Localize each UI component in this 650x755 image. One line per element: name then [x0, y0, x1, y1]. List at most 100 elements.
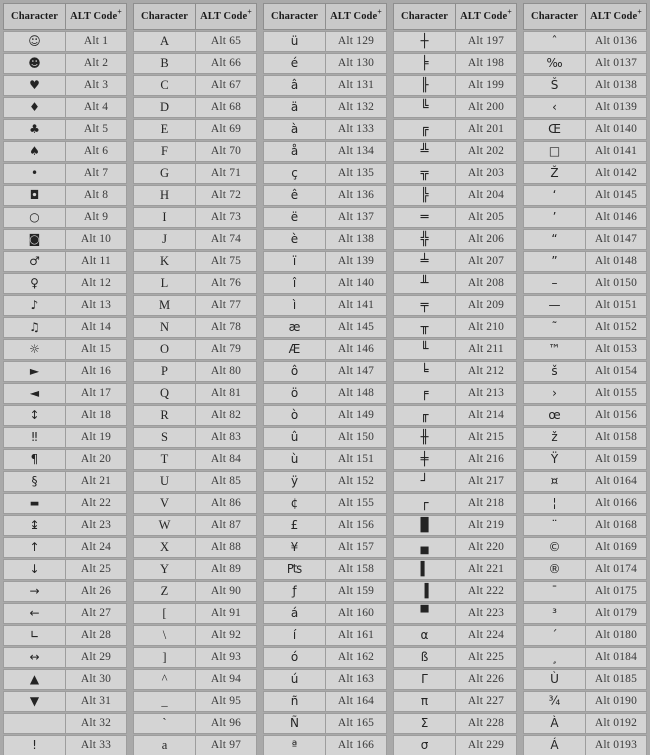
alt-code-cell: Alt 84 [195, 449, 257, 470]
alt-code-cell: Alt 213 [455, 383, 517, 404]
table-row: ¸ Alt 0184 [523, 647, 647, 668]
character-cell: ó [263, 647, 325, 668]
table-row: Z Alt 90 [133, 581, 257, 602]
table-row: ¾ Alt 0190 [523, 691, 647, 712]
table-row: À Alt 0192 [523, 713, 647, 734]
character-cell: § [3, 471, 65, 492]
alt-code-cell: Alt 24 [65, 537, 127, 558]
table-row: ˆ Alt 0136 [523, 31, 647, 52]
character-cell: H [133, 185, 195, 206]
character-cell: æ [263, 317, 325, 338]
alt-code-cell: Alt 0138 [585, 75, 647, 96]
alt-code-header-superscript: + [117, 7, 122, 17]
character-cell: X [133, 537, 195, 558]
table-row: ♣ Alt 5 [3, 119, 127, 140]
character-cell: ♠ [3, 141, 65, 162]
character-cell: ™ [523, 339, 585, 360]
table-row: ╨ Alt 208 [393, 273, 517, 294]
alt-code-header-superscript: + [507, 7, 512, 17]
table-row: V Alt 86 [133, 493, 257, 514]
character-cell: ù [263, 449, 325, 470]
character-cell: ▐ [393, 581, 455, 602]
character-cell: a [133, 735, 195, 755]
character-cell: ╤ [393, 295, 455, 316]
table-row: û Alt 150 [263, 427, 387, 448]
table-row: ˜ Alt 0152 [523, 317, 647, 338]
table-row: Σ Alt 228 [393, 713, 517, 734]
table-row: ▐ Alt 222 [393, 581, 517, 602]
table-row: ™ Alt 0153 [523, 339, 647, 360]
alt-code-cell: Alt 138 [325, 229, 387, 250]
character-cell: π [393, 691, 455, 712]
alt-code-cell: Alt 72 [195, 185, 257, 206]
character-cell: ═ [393, 207, 455, 228]
character-cell: ò [263, 405, 325, 426]
character-cell: — [523, 295, 585, 316]
character-cell: ╦ [393, 163, 455, 184]
character-cell: ▲ [3, 669, 65, 690]
table-row: ü Alt 129 [263, 31, 387, 52]
alt-code-cell: Alt 158 [325, 559, 387, 580]
character-cell [3, 713, 65, 734]
table-row: ^ Alt 94 [133, 669, 257, 690]
alt-code-cell: Alt 1 [65, 31, 127, 52]
character-cell: ╥ [393, 317, 455, 338]
alt-code-cell: Alt 6 [65, 141, 127, 162]
alt-code-cell: Alt 209 [455, 295, 517, 316]
table-row: ┌ Alt 218 [393, 493, 517, 514]
character-cell: S [133, 427, 195, 448]
alt-code-cell: Alt 0169 [585, 537, 647, 558]
table-row: ╙ Alt 211 [393, 339, 517, 360]
table-row: ‼ Alt 19 [3, 427, 127, 448]
table-row: ╥ Alt 210 [393, 317, 517, 338]
character-cell: E [133, 119, 195, 140]
table-row: α Alt 224 [393, 625, 517, 646]
table-row: à Alt 133 [263, 119, 387, 140]
alt-code-cell: Alt 0145 [585, 185, 647, 206]
character-cell: ↑ [3, 537, 65, 558]
alt-code-cell: Alt 134 [325, 141, 387, 162]
character-cell: ³ [523, 603, 585, 624]
alt-code-cell: Alt 23 [65, 515, 127, 536]
table-row: ¦ Alt 0166 [523, 493, 647, 514]
character-cell: P [133, 361, 195, 382]
alt-code-cell: Alt 88 [195, 537, 257, 558]
table-row: ò Alt 149 [263, 405, 387, 426]
table-row: ’ Alt 0146 [523, 207, 647, 228]
alt-code-cell: Alt 0142 [585, 163, 647, 184]
alt-code-cell: Alt 221 [455, 559, 517, 580]
character-cell: ® [523, 559, 585, 580]
alt-code-cell: Alt 77 [195, 295, 257, 316]
character-cell: â [263, 75, 325, 96]
alt-code-cell: Alt 156 [325, 515, 387, 536]
alt-code-header-label: ALT Code [460, 11, 508, 22]
character-cell: è [263, 229, 325, 250]
table-row: ╪ Alt 216 [393, 449, 517, 470]
alt-code-cell: Alt 27 [65, 603, 127, 624]
character-cell: T [133, 449, 195, 470]
alt-code-cell: Alt 0185 [585, 669, 647, 690]
table-row: ╤ Alt 209 [393, 295, 517, 316]
character-cell: ♪ [3, 295, 65, 316]
alt-code-cell: Alt 216 [455, 449, 517, 470]
character-cell: ╙ [393, 339, 455, 360]
character-cell: L [133, 273, 195, 294]
character-cell: ╓ [393, 405, 455, 426]
alt-code-cell: Alt 0184 [585, 647, 647, 668]
alt-code-cell: Alt 224 [455, 625, 517, 646]
table-row: î Alt 140 [263, 273, 387, 294]
table-row: Œ Alt 0140 [523, 119, 647, 140]
alt-code-header-label: ALT Code [590, 11, 638, 22]
table-row: Æ Alt 146 [263, 339, 387, 360]
table-row: ä Alt 132 [263, 97, 387, 118]
character-cell: [ [133, 603, 195, 624]
alt-code-cell: Alt 15 [65, 339, 127, 360]
table-row: œ Alt 0156 [523, 405, 647, 426]
character-cell: ╬ [393, 229, 455, 250]
alt-code-cell: Alt 66 [195, 53, 257, 74]
character-cell: Á [523, 735, 585, 755]
character-cell: ☺ [3, 31, 65, 52]
table-row: ╔ Alt 201 [393, 119, 517, 140]
table-header-row: Character ALT Code+ [3, 3, 127, 30]
character-cell: ╞ [393, 53, 455, 74]
